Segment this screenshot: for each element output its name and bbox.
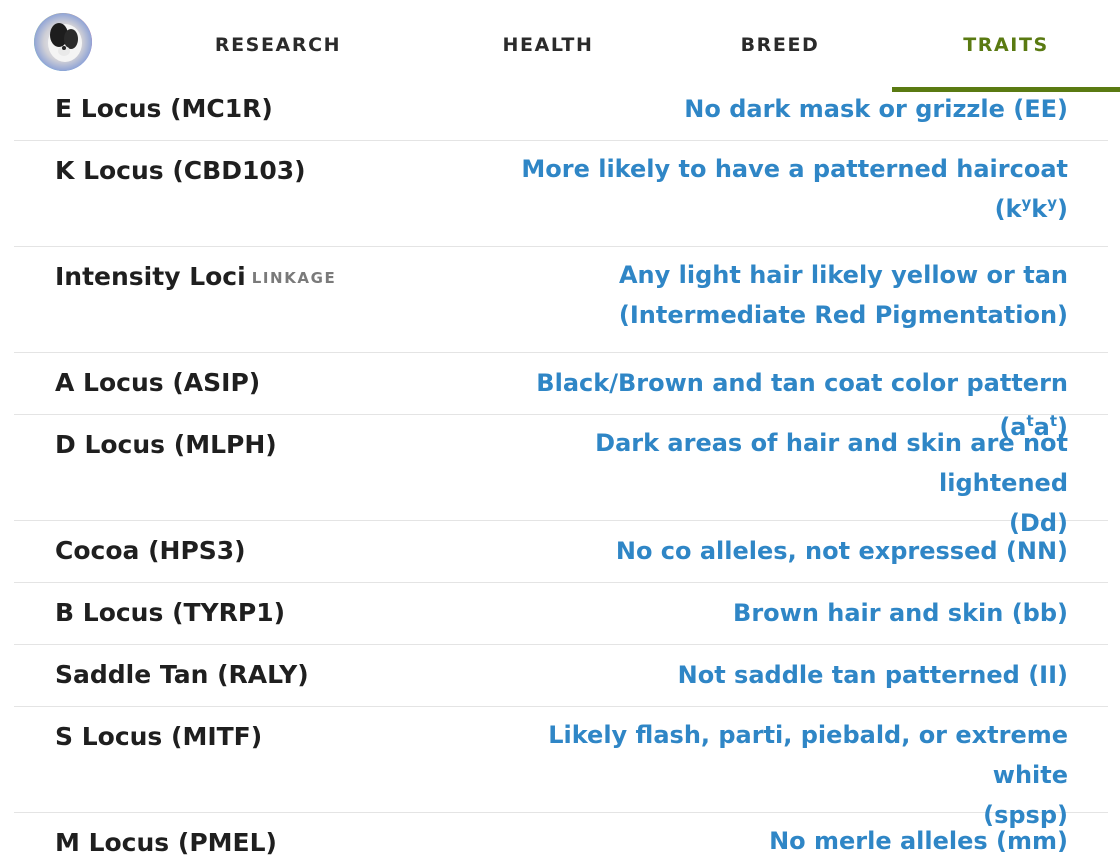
trait-name: Saddle Tan (RALY): [55, 660, 309, 689]
trait-name: D Locus (MLPH): [55, 430, 277, 459]
trait-name: E Locus (MC1R): [55, 94, 273, 123]
tab-traits[interactable]: TRAITS: [892, 0, 1120, 90]
trait-row: Cocoa (HPS3) No co alleles, not expresse…: [14, 521, 1108, 583]
trait-name: K Locus (CBD103): [55, 156, 306, 185]
trait-result-link[interactable]: No co alleles, not expressed (NN): [616, 529, 1068, 573]
trait-row: S Locus (MITF) Likely flash, parti, pieb…: [14, 707, 1108, 829]
linkage-badge: LINKAGE: [251, 269, 337, 287]
tab-breed[interactable]: BREED: [700, 0, 860, 90]
trait-row: B Locus (TYRP1) Brown hair and skin (bb): [14, 583, 1108, 645]
trait-result-link[interactable]: Brown hair and skin (bb): [733, 591, 1068, 635]
trait-row: A Locus (ASIP) Black/Brown and tan coat …: [14, 353, 1108, 441]
trait-row: Intensity Loci LINKAGE Any light hair lik…: [14, 247, 1108, 353]
trait-result-text: More likely to have a patterned haircoat: [521, 155, 1068, 183]
dog-avatar[interactable]: [34, 13, 92, 71]
tab-health[interactable]: HEALTH: [470, 0, 626, 90]
trait-result-link[interactable]: More likely to have a patterned haircoat…: [521, 149, 1068, 229]
trait-row: K Locus (CBD103) More likely to have a p…: [14, 141, 1108, 247]
trait-name: A Locus (ASIP): [55, 368, 261, 397]
tab-research[interactable]: RESEARCH: [180, 0, 376, 90]
trait-name: S Locus (MITF): [55, 722, 263, 751]
trait-list: E Locus (MC1R) No dark mask or grizzle (…: [14, 79, 1108, 861]
trait-row: M Locus (PMEL) No merle alleles (mm): [14, 813, 1108, 861]
trait-name: M Locus (PMEL): [55, 828, 277, 857]
trait-results-page: RESEARCH HEALTH BREED TRAITS E Locus (MC…: [0, 0, 1120, 861]
dog-photo-icon: [34, 13, 92, 71]
trait-name: Cocoa (HPS3): [55, 536, 246, 565]
top-navigation: RESEARCH HEALTH BREED TRAITS: [0, 0, 1120, 92]
trait-name: Intensity Loci LINKAGE: [55, 262, 337, 291]
trait-name: B Locus (TYRP1): [55, 598, 286, 627]
trait-result-link[interactable]: Any light hair likely yellow or tan (Inte…: [619, 255, 1068, 335]
trait-row: D Locus (MLPH) Dark areas of hair and sk…: [14, 415, 1108, 537]
trait-result-link[interactable]: Not saddle tan patterned (II): [678, 653, 1068, 697]
trait-result-link[interactable]: No merle alleles (mm): [769, 821, 1068, 861]
active-tab-indicator: [892, 87, 1120, 92]
trait-result-link[interactable]: No dark mask or grizzle (EE): [684, 87, 1068, 131]
trait-row: Saddle Tan (RALY) Not saddle tan pattern…: [14, 645, 1108, 707]
